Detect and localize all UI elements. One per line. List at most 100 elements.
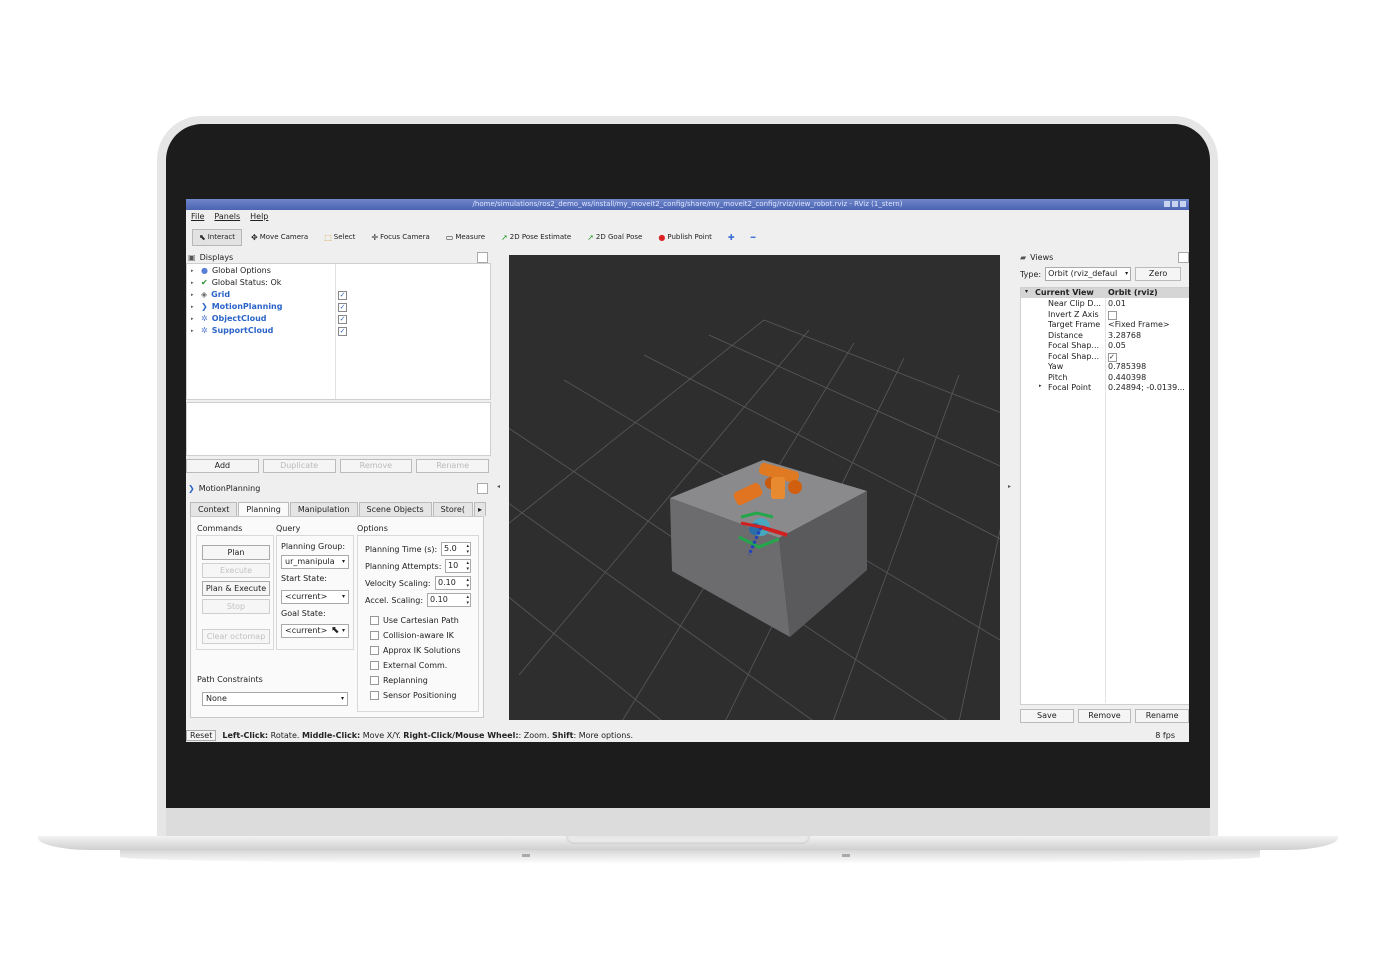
spin-arrows-icon[interactable]: ▴ ▾ [466, 543, 469, 555]
remove-view-button[interactable]: Remove [1077, 709, 1132, 723]
tab-scroll-right-icon[interactable]: ▸ [473, 502, 486, 516]
display-item-global-status[interactable]: ▸ ✔ Global Status: Ok [191, 277, 281, 288]
display-item-support-cloud[interactable]: ▸ ✲ SupportCloud [191, 325, 273, 336]
checkbox-box[interactable] [370, 616, 379, 625]
collision-aware-ik-checkbox[interactable]: Collision-aware IK [370, 631, 454, 640]
stop-button[interactable]: Stop [202, 599, 270, 614]
reset-button[interactable]: Reset [186, 729, 217, 741]
tab-context[interactable]: Context [190, 502, 238, 516]
property-row[interactable]: Focal Shap... 0.05 [1021, 341, 1189, 351]
execute-button[interactable]: Execute [202, 563, 270, 578]
expand-arrow-icon[interactable]: ▸ [191, 280, 197, 286]
plan-and-execute-button[interactable]: Plan & Execute [202, 581, 270, 596]
use-cartesian-path-checkbox[interactable]: Use Cartesian Path [370, 616, 459, 625]
duplicate-display-button[interactable]: Duplicate [262, 459, 336, 473]
checkbox-box[interactable] [370, 676, 379, 685]
grid-enabled-checkbox[interactable]: ✓ [338, 291, 347, 300]
property-value[interactable]: 0.440398 [1108, 373, 1146, 382]
support-cloud-enabled-checkbox[interactable]: ✓ [338, 327, 347, 336]
minimize-button[interactable] [1164, 201, 1170, 207]
property-value[interactable]: 0.01 [1108, 299, 1126, 308]
view-type-select[interactable]: Orbit (rviz_defaul ▾ [1045, 267, 1132, 281]
external-comm-checkbox[interactable]: External Comm. [370, 661, 447, 670]
tool-measure[interactable]: ▭ Measure [439, 229, 492, 246]
display-item-motion-planning[interactable]: ▸ ❯ MotionPlanning [191, 301, 282, 312]
planning-time-input[interactable]: 5.0 ▴ ▾ [441, 542, 471, 556]
start-state-select[interactable]: <current> ▾ [281, 590, 349, 604]
property-value[interactable]: 3.28768 [1108, 331, 1141, 340]
display-item-grid[interactable]: ▸ ◈ Grid [191, 289, 230, 300]
approx-ik-solutions-checkbox[interactable]: Approx IK Solutions [370, 646, 461, 655]
invert-z-checkbox[interactable] [1108, 310, 1117, 320]
close-button[interactable] [1180, 201, 1186, 207]
property-row[interactable]: Target Frame <Fixed Frame> [1021, 320, 1189, 330]
menu-panels[interactable]: Panels [214, 212, 240, 221]
undock-button[interactable] [1178, 252, 1189, 263]
spin-arrows-icon[interactable]: ▴ ▾ [466, 594, 469, 606]
tool-select[interactable]: ⬚ Select [317, 229, 362, 246]
spin-arrows-icon[interactable]: ▴ ▾ [466, 560, 469, 572]
undock-button[interactable] [477, 252, 488, 263]
focal-shape-checkbox[interactable]: ✓ [1108, 352, 1117, 362]
expand-arrow-icon[interactable]: ▾ [1025, 288, 1028, 295]
motion-planning-enabled-checkbox[interactable]: ✓ [338, 303, 347, 312]
property-row[interactable]: Focal Shap... ✓ [1021, 352, 1189, 362]
property-row[interactable]: Pitch 0.440398 [1021, 373, 1189, 383]
3d-viewport[interactable] [468, 255, 1110, 742]
property-row[interactable]: Invert Z Axis [1021, 310, 1189, 320]
checkbox-box[interactable] [370, 631, 379, 640]
tab-scene-objects[interactable]: Scene Objects [358, 502, 432, 516]
property-value[interactable]: 0.05 [1108, 341, 1126, 350]
velocity-scaling-input[interactable]: 0.10 ▴ ▾ [435, 576, 471, 590]
add-display-button[interactable]: Add [186, 459, 259, 473]
zero-button[interactable]: Zero [1135, 267, 1182, 281]
current-view-row[interactable]: ▾ Current View Orbit (rviz) [1021, 288, 1189, 298]
expand-arrow-icon[interactable]: ▸ [191, 328, 197, 334]
tab-stored[interactable]: Store( [432, 502, 473, 516]
property-value[interactable]: <Fixed Frame> [1108, 320, 1170, 329]
tool-interact[interactable]: ⬉ Interact [192, 228, 243, 246]
property-row[interactable]: Near Clip D... 0.01 [1021, 299, 1189, 309]
display-item-global-options[interactable]: ▸ ● Global Options [191, 265, 271, 276]
checkbox-box[interactable] [370, 646, 379, 655]
expand-arrow-icon[interactable]: ▸ [1039, 383, 1042, 389]
path-constraints-select[interactable]: None ▾ [202, 692, 348, 706]
tool-2d-pose-estimate[interactable]: ➚ 2D Pose Estimate [494, 229, 578, 246]
tool-2d-goal-pose[interactable]: ➚ 2D Goal Pose [580, 229, 649, 246]
expand-arrow-icon[interactable]: ▸ [191, 292, 197, 298]
rename-view-button[interactable]: Rename [1135, 709, 1189, 723]
property-value[interactable]: 0.24894; -0.0139... [1108, 383, 1185, 392]
expand-arrow-icon[interactable]: ▸ [191, 268, 197, 274]
plan-button[interactable]: Plan [202, 545, 270, 560]
tab-manipulation[interactable]: Manipulation [289, 502, 358, 516]
display-item-object-cloud[interactable]: ▸ ✲ ObjectCloud [191, 313, 267, 324]
planning-group-select[interactable]: ur_manipula ▾ [281, 555, 349, 569]
object-cloud-enabled-checkbox[interactable]: ✓ [338, 315, 347, 324]
accel-scaling-input[interactable]: 0.10 ▴ ▾ [427, 593, 471, 607]
menu-help[interactable]: Help [250, 212, 268, 221]
property-row[interactable]: Yaw 0.785398 [1021, 362, 1189, 372]
spin-arrows-icon[interactable]: ▴ ▾ [466, 577, 469, 589]
collapse-right-icon[interactable]: ▸ [1008, 483, 1011, 490]
undock-button[interactable] [477, 483, 488, 494]
add-tool-button[interactable]: ✚ [721, 229, 742, 246]
replanning-checkbox[interactable]: Replanning [370, 676, 428, 685]
property-row[interactable]: ▸ Focal Point 0.24894; -0.0139... [1021, 383, 1189, 393]
checkbox-box[interactable] [370, 661, 379, 670]
tool-publish-point[interactable]: ● Publish Point [651, 229, 719, 246]
clear-octomap-button[interactable]: Clear octomap [202, 629, 270, 644]
expand-arrow-icon[interactable]: ▸ [191, 304, 197, 310]
planning-attempts-input[interactable]: 10 ▴ ▾ [445, 559, 471, 573]
menu-file[interactable]: File [191, 212, 204, 221]
property-value[interactable]: 0.785398 [1108, 362, 1146, 371]
rename-display-button[interactable]: Rename [416, 459, 489, 473]
save-view-button[interactable]: Save [1020, 709, 1074, 723]
collapse-left-icon[interactable]: ◂ [497, 483, 500, 490]
property-row[interactable]: Distance 3.28768 [1021, 331, 1189, 341]
remove-tool-button[interactable]: ━ [744, 229, 763, 246]
maximize-button[interactable] [1172, 201, 1178, 207]
tool-focus-camera[interactable]: ✛ Focus Camera [364, 229, 436, 246]
checkbox-box[interactable] [370, 691, 379, 700]
expand-arrow-icon[interactable]: ▸ [191, 316, 197, 322]
tab-planning[interactable]: Planning [238, 502, 289, 516]
